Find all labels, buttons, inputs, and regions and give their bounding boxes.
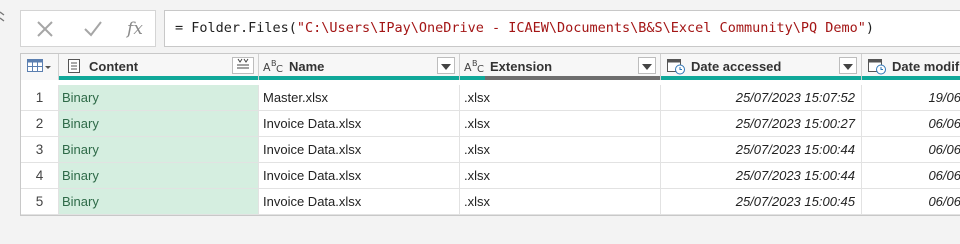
row-number[interactable]: 2 <box>21 111 59 137</box>
name-cell[interactable]: Master.xlsx <box>259 85 460 111</box>
formula-input[interactable]: = Folder.Files("C:\Users\IPay\OneDrive -… <box>164 10 960 47</box>
row-number[interactable]: 3 <box>21 137 59 163</box>
column-filter-button[interactable] <box>839 57 857 74</box>
table-row: 3 Binary Invoice Data.xlsx .xlsx 25/07/2… <box>21 137 960 163</box>
column-quality-bar <box>259 76 459 80</box>
table-row: 2 Binary Invoice Data.xlsx .xlsx 25/07/2… <box>21 111 960 137</box>
content-cell[interactable]: Binary <box>59 85 259 111</box>
row-number[interactable]: 5 <box>21 189 59 215</box>
date-modified-cell[interactable]: 06/06 <box>862 163 960 189</box>
column-quality-bar <box>59 76 258 80</box>
formula-buttons: fx <box>20 10 156 47</box>
column-filter-button[interactable] <box>638 57 656 74</box>
fx-icon: fx <box>127 18 143 39</box>
name-cell[interactable]: Invoice Data.xlsx <box>259 189 460 215</box>
date-modified-cell[interactable]: 06/06 <box>862 189 960 215</box>
name-cell[interactable]: Invoice Data.xlsx <box>259 111 460 137</box>
row-number[interactable]: 1 <box>21 85 59 111</box>
cancel-formula-button[interactable] <box>25 11 65 46</box>
date-accessed-cell[interactable]: 25/07/2023 15:00:44 <box>661 163 862 189</box>
name-cell[interactable]: Invoice Data.xlsx <box>259 163 460 189</box>
column-label: Name <box>289 59 325 74</box>
column-header-extension[interactable]: ABC Extension <box>460 54 661 80</box>
column-quality-bar <box>661 76 861 80</box>
formula-suffix: ) <box>865 20 875 36</box>
date-modified-cell[interactable]: 19/06 <box>862 85 960 111</box>
column-label: Content <box>89 59 139 74</box>
formula-prefix: = Folder.Files( <box>175 20 297 36</box>
table-menu-button[interactable] <box>21 54 59 80</box>
extension-cell[interactable]: .xlsx <box>460 111 661 137</box>
content-cell[interactable]: Binary <box>59 137 259 163</box>
formula-path-string: "C:\Users\IPay\OneDrive - ICAEW\Document… <box>296 20 866 36</box>
calendar-clock-icon <box>665 58 687 75</box>
extension-cell[interactable]: .xlsx <box>460 85 661 111</box>
formula-bar: fx = Folder.Files("C:\Users\IPay\OneDriv… <box>0 7 960 51</box>
row-number[interactable]: 4 <box>21 163 59 189</box>
date-modified-cell[interactable]: 06/06 <box>862 137 960 163</box>
x-icon <box>35 19 55 39</box>
svg-text:A: A <box>464 61 472 74</box>
column-label: Date modif <box>892 59 960 74</box>
table-icon <box>63 58 85 74</box>
column-label: Extension <box>490 59 553 74</box>
extension-cell[interactable]: .xlsx <box>460 189 661 215</box>
insert-function-button[interactable]: fx <box>115 11 155 46</box>
chevron-down-icon <box>642 57 652 75</box>
expand-column-button[interactable] <box>232 57 254 74</box>
svg-text:C: C <box>477 64 484 74</box>
column-header-date-accessed[interactable]: Date accessed <box>661 54 862 80</box>
chevron-down-icon <box>441 57 451 75</box>
content-cell[interactable]: Binary <box>59 189 259 215</box>
data-preview-grid: Content ABC Name ABC Extension Date acce… <box>20 53 960 216</box>
abc-icon: ABC <box>464 58 486 74</box>
name-cell[interactable]: Invoice Data.xlsx <box>259 137 460 163</box>
svg-text:C: C <box>276 64 283 74</box>
column-filter-button[interactable] <box>437 57 455 74</box>
calendar-clock-icon <box>866 58 888 75</box>
abc-icon: ABC <box>263 58 285 74</box>
expand-icon <box>236 57 250 75</box>
extension-cell[interactable]: .xlsx <box>460 137 661 163</box>
date-modified-cell[interactable]: 06/06 <box>862 111 960 137</box>
column-header-date-modified[interactable]: Date modif <box>862 54 960 80</box>
date-accessed-cell[interactable]: 25/07/2023 15:00:44 <box>661 137 862 163</box>
checkmark-icon <box>83 19 103 39</box>
table-icon <box>27 59 51 78</box>
date-accessed-cell[interactable]: 25/07/2023 15:00:27 <box>661 111 862 137</box>
extension-cell[interactable]: .xlsx <box>460 163 661 189</box>
table-row: 1 Binary Master.xlsx .xlsx 25/07/2023 15… <box>21 85 960 111</box>
column-header-name[interactable]: ABC Name <box>259 54 460 80</box>
confirm-formula-button[interactable] <box>73 11 113 46</box>
content-cell[interactable]: Binary <box>59 111 259 137</box>
table-row: 5 Binary Invoice Data.xlsx .xlsx 25/07/2… <box>21 189 960 215</box>
date-accessed-cell[interactable]: 25/07/2023 15:07:52 <box>661 85 862 111</box>
table-row: 4 Binary Invoice Data.xlsx .xlsx 25/07/2… <box>21 163 960 189</box>
content-cell[interactable]: Binary <box>59 163 259 189</box>
svg-text:A: A <box>263 61 271 74</box>
date-accessed-cell[interactable]: 25/07/2023 15:00:45 <box>661 189 862 215</box>
column-quality-bar <box>862 76 960 80</box>
column-header-content[interactable]: Content <box>59 54 259 80</box>
column-quality-bar <box>460 76 660 80</box>
chevron-down-icon <box>843 57 853 75</box>
column-label: Date accessed <box>691 59 782 74</box>
